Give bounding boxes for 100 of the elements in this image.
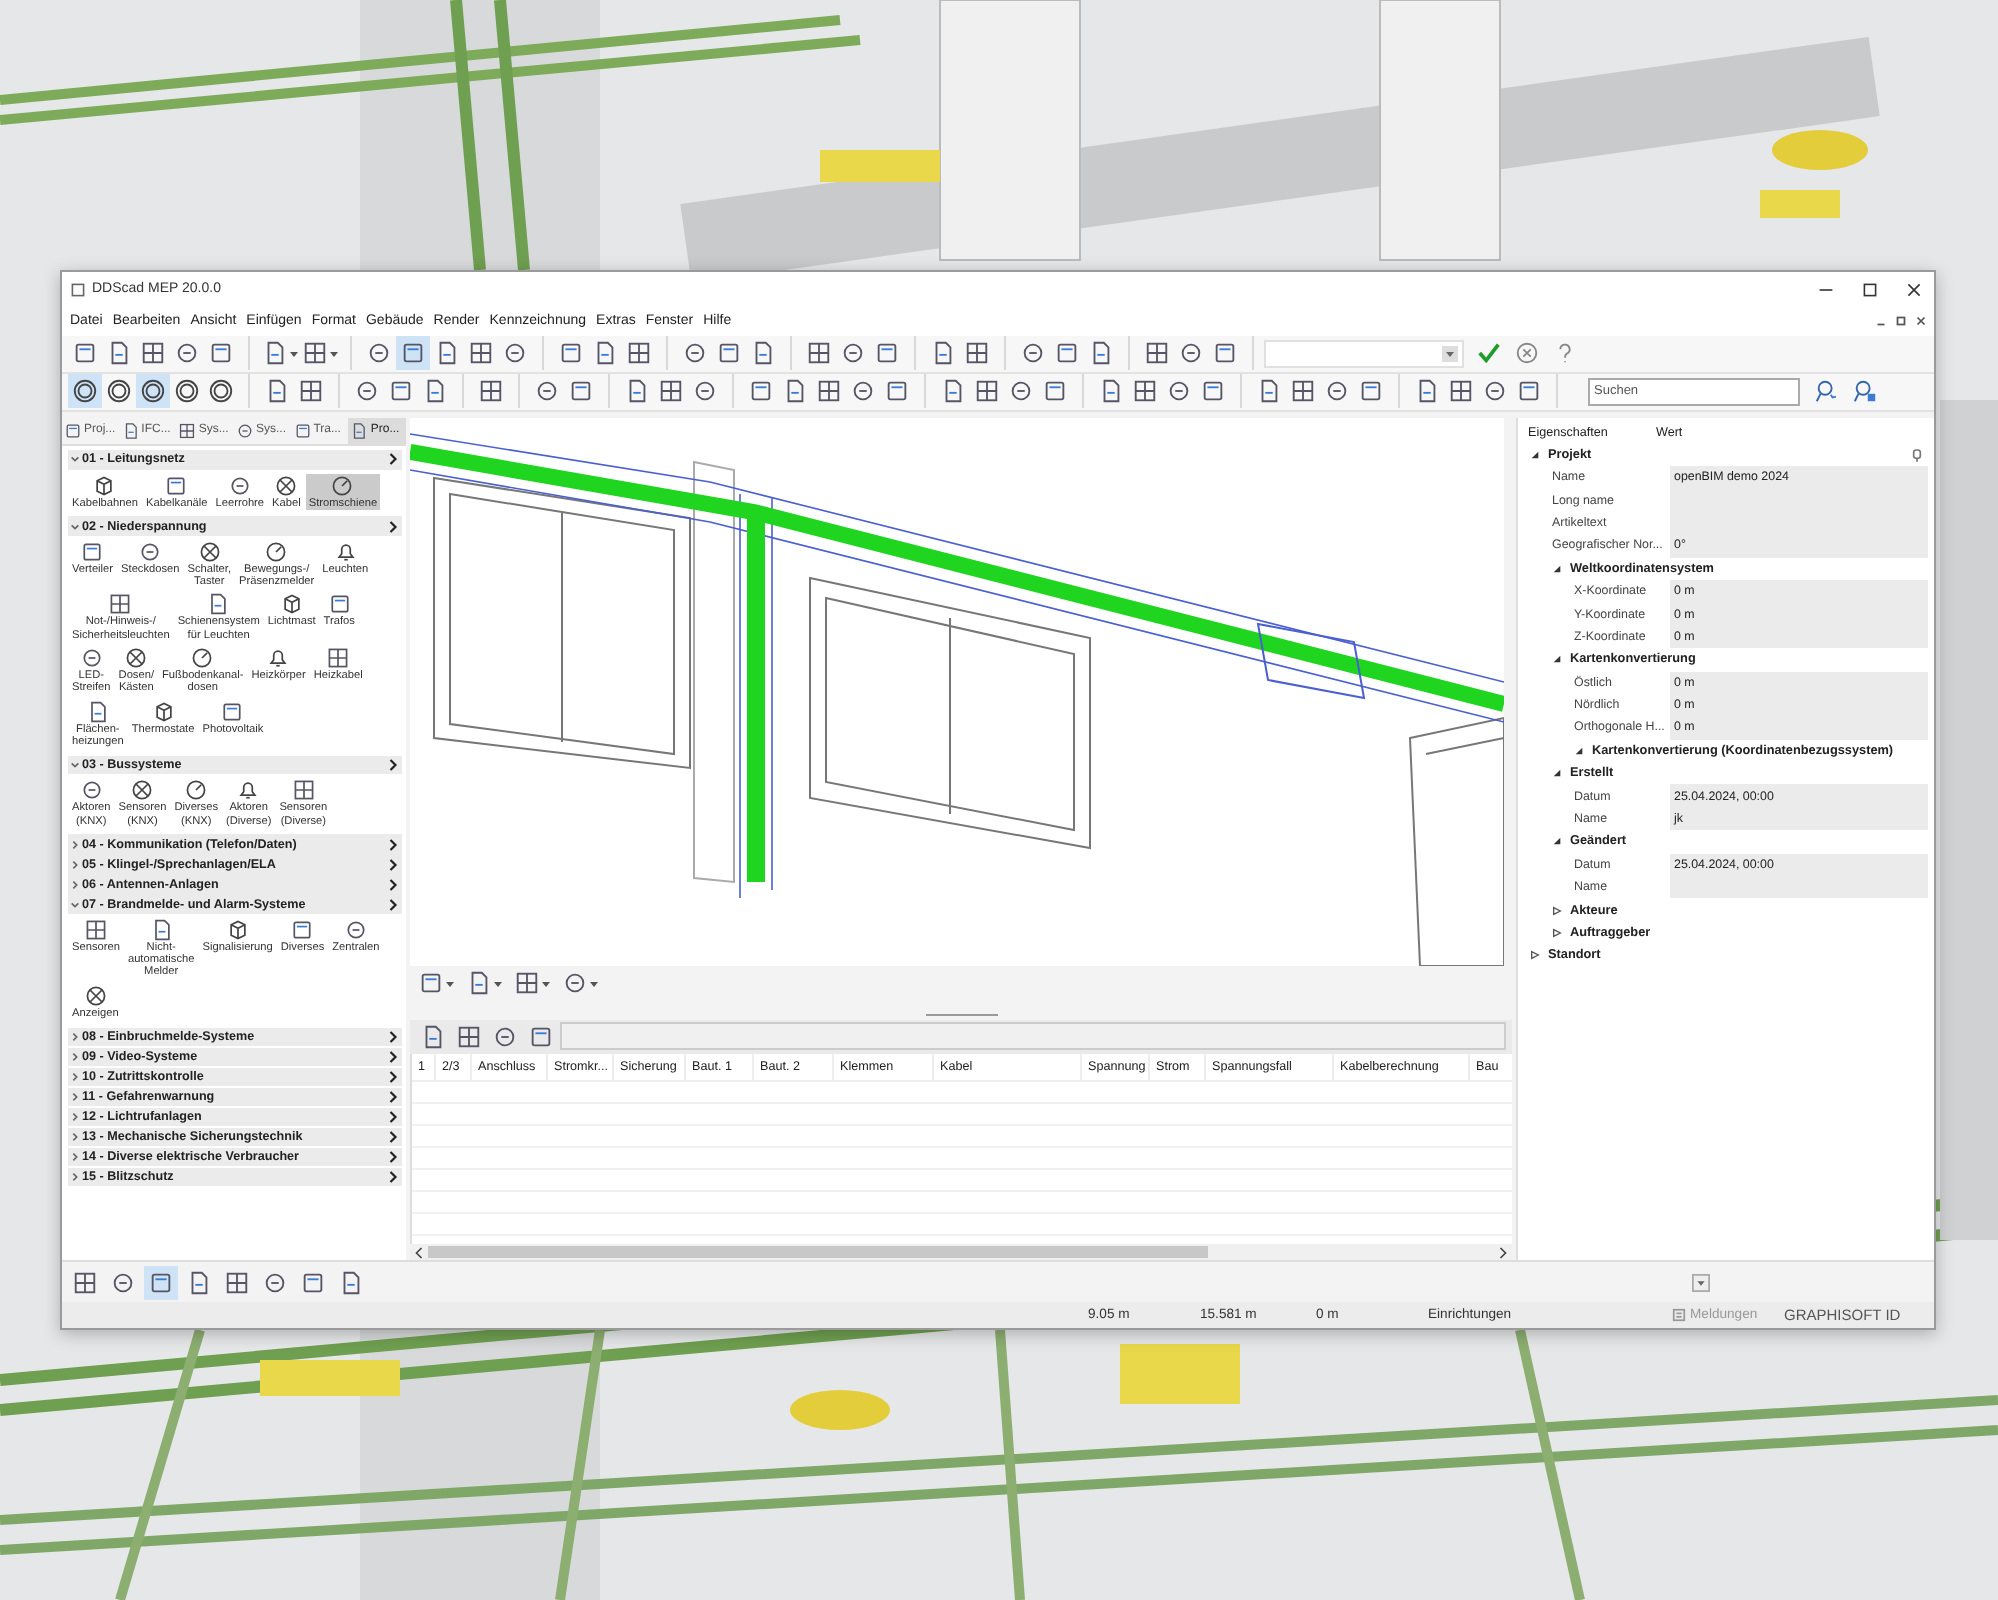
close-icon[interactable] [1914, 314, 1928, 329]
square-tool-icon [1200, 378, 1226, 405]
circle-tool-icon [492, 1023, 518, 1050]
document-tool-icon [262, 340, 288, 367]
document-tool-icon [264, 378, 290, 405]
expanded-caret-icon [70, 454, 80, 465]
square-tool-icon [874, 340, 900, 367]
dropdown-icon[interactable] [1442, 345, 1458, 362]
cancel-icon[interactable] [1514, 340, 1540, 367]
circle-tool-icon [1008, 378, 1034, 405]
square-tool-icon [1212, 340, 1238, 367]
scroll-right-icon[interactable] [1498, 1245, 1508, 1260]
dropdown-icon[interactable] [1692, 1273, 1710, 1292]
square-tool-icon [327, 592, 352, 617]
chevron-right-icon[interactable] [388, 452, 398, 467]
close-icon[interactable] [1906, 281, 1922, 298]
grid-tool-icon [1290, 378, 1316, 405]
crossed-circle-icon [130, 778, 155, 803]
circle-tool-icon [1482, 378, 1508, 405]
document-tool-icon [782, 378, 808, 405]
document-tool-icon [1088, 340, 1114, 367]
grid-tool-icon [974, 378, 1000, 405]
app-icon [70, 281, 86, 298]
circle-tool-icon [850, 378, 876, 405]
grid-tool-icon [626, 340, 652, 367]
tool-button[interactable] [396, 336, 430, 371]
caret-icon [290, 349, 298, 358]
circle-tool-icon [79, 778, 104, 803]
circle-tool-icon [502, 340, 528, 367]
box-icon [225, 917, 250, 942]
circle-tool-icon [1166, 378, 1192, 405]
expanded-triangle-icon[interactable] [1530, 449, 1540, 460]
document-tool-icon [592, 340, 618, 367]
model-view-drawing[interactable] [410, 417, 1504, 966]
scrollbar-thumb[interactable] [428, 1246, 1208, 1259]
expanded-triangle-icon[interactable] [1552, 836, 1562, 847]
square-tool-icon [72, 340, 98, 367]
expanded-triangle-icon[interactable] [1552, 768, 1562, 779]
square-tool-icon [1042, 378, 1068, 405]
square-tool-icon [290, 917, 315, 942]
document-tool-icon [1414, 378, 1440, 405]
scroll-left-icon[interactable] [414, 1245, 424, 1260]
collapsed-triangle-icon[interactable] [1530, 950, 1540, 961]
document-tool-icon [206, 592, 231, 617]
grid-tool-icon [468, 340, 494, 367]
grid-tool-icon [816, 378, 842, 405]
checkmark-icon[interactable] [1476, 340, 1502, 367]
chevron-right-icon[interactable] [388, 519, 398, 534]
circle-tool-icon [227, 473, 252, 498]
square-tool-icon [300, 1269, 326, 1296]
tool-button[interactable] [144, 1265, 178, 1300]
square-tool-icon [388, 378, 414, 405]
document-tool-icon [149, 917, 174, 942]
ring-icon [174, 378, 200, 405]
square-tool-icon [1358, 378, 1384, 405]
restore-icon[interactable] [1894, 314, 1908, 329]
collapsed-triangle-icon[interactable] [1552, 927, 1562, 938]
grid-tool-icon [1448, 378, 1474, 405]
expanded-triangle-icon[interactable] [1552, 654, 1562, 665]
square-tool-icon [558, 340, 584, 367]
circle-tool-icon [1178, 340, 1204, 367]
caret-icon [494, 979, 502, 988]
caret-icon [590, 979, 598, 988]
circle-tool-icon [840, 340, 866, 367]
expanded-triangle-icon[interactable] [1574, 745, 1584, 756]
expanded-caret-icon [70, 521, 80, 532]
bell-icon [333, 539, 358, 564]
command-field[interactable] [1264, 339, 1464, 368]
circle-tool-icon [79, 646, 104, 671]
document-tool-icon [85, 699, 110, 724]
square-tool-icon [1516, 378, 1542, 405]
square-tool-icon [568, 378, 594, 405]
crossed-circle-icon [197, 539, 222, 564]
chevron-right-icon[interactable] [388, 758, 398, 773]
circle-tool-icon [534, 378, 560, 405]
grid-tool-icon [326, 646, 351, 671]
maximize-icon[interactable] [1862, 281, 1878, 298]
caret-icon [446, 979, 454, 988]
search-icon[interactable] [1814, 378, 1840, 405]
pin-icon[interactable] [1912, 447, 1922, 462]
square-tool-icon [748, 378, 774, 405]
square-tool-icon [418, 970, 444, 997]
circle-tool-icon [682, 340, 708, 367]
grid-tool-icon [658, 378, 684, 405]
tool-button[interactable] [68, 374, 102, 409]
collapsed-triangle-icon[interactable] [1552, 905, 1562, 916]
grid-tool-icon [514, 970, 540, 997]
expanded-triangle-icon[interactable] [1552, 563, 1562, 574]
tool-button[interactable] [136, 374, 170, 409]
crossed-circle-icon [124, 646, 149, 671]
caret-icon [542, 979, 550, 988]
ring-icon [106, 378, 132, 405]
grid-tool-icon [140, 340, 166, 367]
bell-icon [236, 778, 261, 803]
filter-field[interactable] [560, 1022, 1506, 1051]
search-icon[interactable] [1852, 378, 1878, 405]
expanded-caret-icon [70, 899, 80, 910]
gauge-icon [330, 473, 355, 498]
grid-tool-icon [298, 378, 324, 405]
gauge-icon [190, 646, 215, 671]
